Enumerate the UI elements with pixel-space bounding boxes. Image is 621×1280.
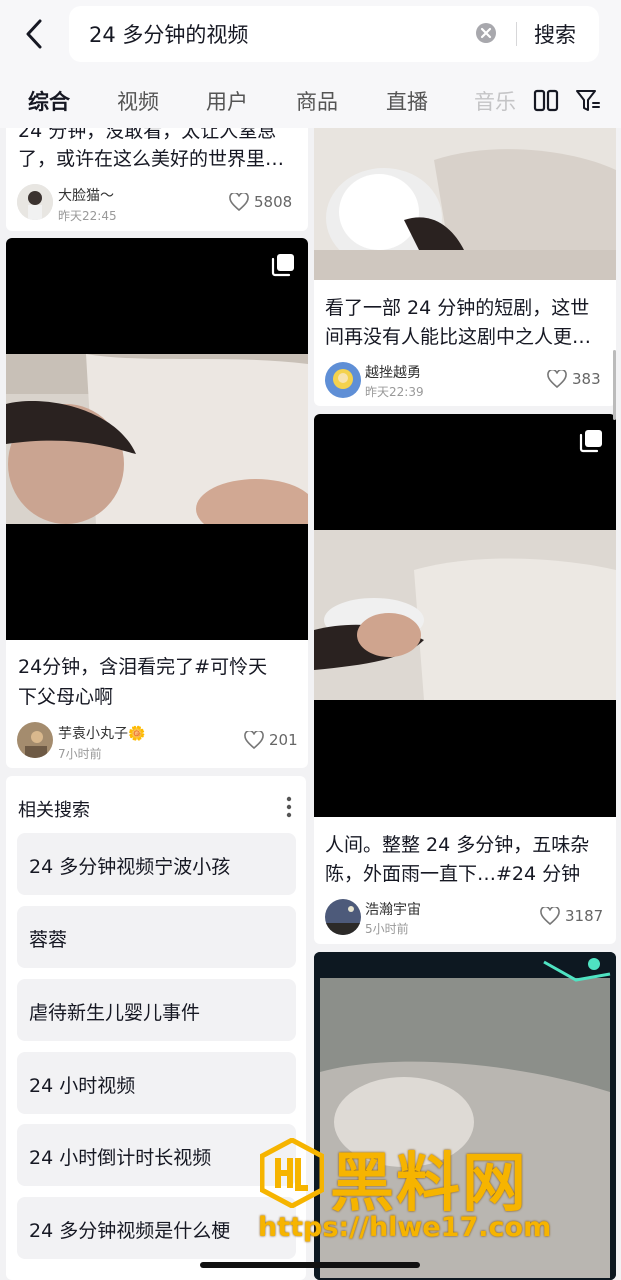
author-name[interactable]: 浩瀚宇宙 <box>365 899 421 919</box>
related-search-item[interactable]: 24 多分钟视频宁波小孩 <box>17 833 296 895</box>
video-thumbnail[interactable] <box>6 238 308 640</box>
related-search-item[interactable]: 24 多分钟视频是什么梗 <box>17 1197 296 1259</box>
post-time: 5小时前 <box>365 922 409 936</box>
video-card[interactable]: 人间。整整 24 多分钟，五味杂 陈，外面雨一直下…#24 分钟 浩瀚宇宙 5小… <box>314 414 616 944</box>
like-count[interactable]: 3187 <box>540 907 603 925</box>
thumbnail-image <box>314 530 616 700</box>
video-title-line: 24分钟，含泪看完了#可怜天 <box>18 656 268 678</box>
like-count[interactable]: 383 <box>547 370 601 388</box>
related-search-text: 24 小时视频 <box>29 1075 136 1097</box>
watermark-url: https://hlwe17.com <box>258 1212 552 1243</box>
scrollbar[interactable] <box>613 350 616 420</box>
search-query-text: 24 多分钟的视频 <box>89 23 249 47</box>
search-input[interactable]: 24 多分钟的视频 搜索 <box>69 6 599 62</box>
back-button[interactable] <box>18 16 50 52</box>
related-search-item[interactable]: 虐待新生儿婴儿事件 <box>17 979 296 1041</box>
search-button[interactable]: 搜索 <box>534 19 576 49</box>
like-count[interactable]: 201 <box>244 731 298 749</box>
tab-products[interactable]: 商品 <box>296 86 338 116</box>
tab-bar: 综合 视频 用户 商品 直播 音乐 <box>0 76 621 126</box>
video-card[interactable]: 24分钟，含泪看完了#可怜天 下父母心啊 芋袁小丸子🌼 7小时前 201 <box>6 238 308 768</box>
like-number: 5808 <box>254 193 293 211</box>
watermark: 黑料网 https://hlwe17.com <box>258 1132 598 1250</box>
related-search-item[interactable]: 24 小时视频 <box>17 1052 296 1114</box>
multi-image-icon <box>271 254 294 277</box>
related-search-item[interactable]: 蓉蓉 <box>17 906 296 968</box>
thumbnail-image <box>6 354 308 524</box>
video-title-line: 人间。整整 24 多分钟，五味杂 <box>325 834 590 856</box>
author-name[interactable]: 芋袁小丸子🌼 <box>58 723 145 743</box>
home-indicator[interactable] <box>200 1262 420 1268</box>
tab-music[interactable]: 音乐 <box>474 86 516 116</box>
video-title-line: 下父母心啊 <box>18 686 114 708</box>
search-divider <box>516 22 517 46</box>
like-number: 3187 <box>565 907 604 925</box>
avatar[interactable] <box>17 184 53 220</box>
video-title-line: 间再没有人能比这剧中之人更… <box>325 326 592 348</box>
tab-users[interactable]: 用户 <box>206 86 248 116</box>
related-searches-title: 相关搜索 <box>18 800 90 821</box>
author-name[interactable]: 越挫越勇 <box>365 362 421 382</box>
tab-live[interactable]: 直播 <box>386 86 428 116</box>
related-search-text: 24 小时倒计时长视频 <box>29 1147 212 1169</box>
like-number: 383 <box>572 370 601 388</box>
like-number: 201 <box>269 731 298 749</box>
chevron-left-icon <box>26 19 42 49</box>
related-search-item[interactable]: 24 小时倒计时长视频 <box>17 1124 296 1186</box>
heart-outline-icon <box>244 731 264 749</box>
post-time: 7小时前 <box>58 747 102 761</box>
like-count[interactable]: 5808 <box>229 193 292 211</box>
video-card[interactable]: 看了一部 24 分钟的短剧，这世 间再没有人能比这剧中之人更… 越挫越勇 昨天2… <box>314 100 616 406</box>
top-bar: 24 多分钟的视频 搜索 综合 视频 用户 商品 直播 音乐 <box>0 0 621 128</box>
tab-video[interactable]: 视频 <box>117 86 159 116</box>
heart-outline-icon <box>229 193 249 211</box>
avatar[interactable] <box>17 722 53 758</box>
author-name[interactable]: 大脸猫～ <box>58 185 114 205</box>
avatar[interactable] <box>325 362 361 398</box>
post-time: 昨天22:39 <box>365 385 424 399</box>
double-column-icon[interactable] <box>533 88 559 114</box>
clear-circle-icon[interactable] <box>475 22 497 44</box>
heart-outline-icon <box>540 907 560 925</box>
video-title-line: 陈，外面雨一直下…#24 分钟 <box>325 863 581 885</box>
video-thumbnail[interactable] <box>314 414 616 817</box>
post-time: 昨天22:45 <box>58 209 117 223</box>
multi-image-icon <box>579 430 602 453</box>
tab-comprehensive[interactable]: 综合 <box>28 86 70 116</box>
related-search-text: 虐待新生儿婴儿事件 <box>29 1002 201 1024</box>
watermark-logo-icon <box>260 1138 324 1208</box>
related-search-text: 24 多分钟视频是什么梗 <box>29 1220 231 1242</box>
more-vertical-icon[interactable] <box>286 796 292 818</box>
watermark-brand: 黑料网 <box>330 1147 528 1221</box>
video-title-line: 看了一部 24 分钟的短剧，这世 <box>325 297 590 319</box>
filter-icon[interactable] <box>575 88 601 114</box>
related-search-text: 24 多分钟视频宁波小孩 <box>29 856 231 878</box>
related-search-text: 蓉蓉 <box>29 929 68 951</box>
avatar[interactable] <box>325 899 361 935</box>
video-title-line: 了，或许在这么美好的世界里… <box>18 148 285 170</box>
heart-outline-icon <box>547 370 567 388</box>
